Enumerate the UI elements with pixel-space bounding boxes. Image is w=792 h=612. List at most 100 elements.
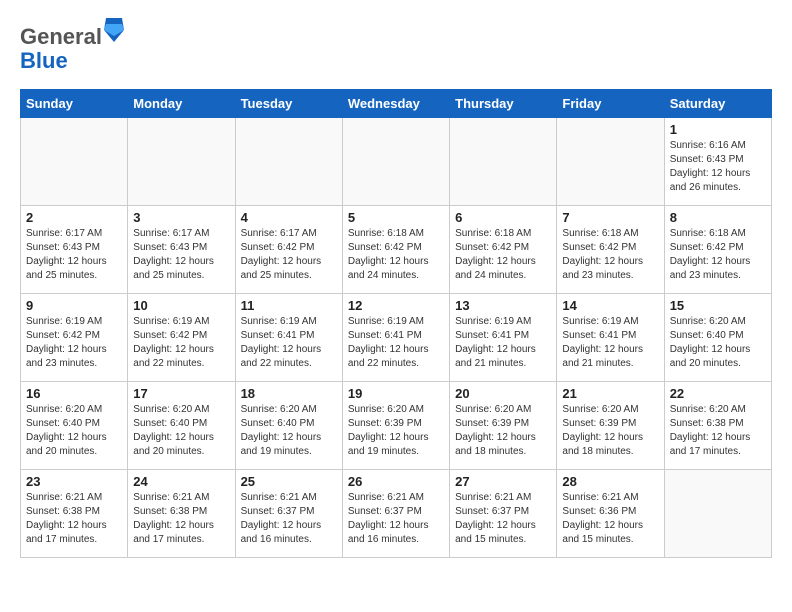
day-number: 26 — [348, 474, 444, 489]
calendar-cell: 25Sunrise: 6:21 AM Sunset: 6:37 PM Dayli… — [235, 470, 342, 558]
day-info: Sunrise: 6:19 AM Sunset: 6:41 PM Dayligh… — [348, 315, 444, 371]
day-number: 6 — [455, 210, 551, 225]
calendar-cell — [21, 118, 128, 206]
calendar-cell: 18Sunrise: 6:20 AM Sunset: 6:40 PM Dayli… — [235, 382, 342, 470]
day-info: Sunrise: 6:19 AM Sunset: 6:41 PM Dayligh… — [562, 315, 658, 371]
calendar-cell: 21 Sunrise: 6:20 AM Sunset: 6:39 PM Dayli… — [557, 382, 664, 470]
weekday-thursday: Thursday — [450, 90, 557, 118]
calendar-cell — [664, 470, 771, 558]
header: General Blue — [20, 20, 772, 73]
page: General Blue SundayMondayTuesdayWednesda… — [0, 0, 792, 568]
day-number: 25 — [241, 474, 337, 489]
day-number: 13 — [455, 298, 551, 313]
calendar-week-row: 23 Sunrise: 6:21 AM Sunset: 6:38 PM Dayli… — [21, 470, 772, 558]
day-info: Sunrise: 6:20 AM Sunset: 6:40 PM Dayligh… — [26, 403, 122, 459]
day-info: Sunrise: 6:17 AM Sunset: 6:43 PM Dayligh… — [26, 227, 122, 283]
day-number: 4 — [241, 210, 337, 225]
day-number: 21 — [562, 386, 658, 401]
day-info: Sunrise: 6:20 AM Sunset: 6:38 PM Dayligh… — [670, 403, 766, 459]
calendar-cell — [450, 118, 557, 206]
calendar-cell: 19Sunrise: 6:20 AM Sunset: 6:39 PM Dayli… — [342, 382, 449, 470]
day-info: Sunrise: 6:20 AM Sunset: 6:40 PM Dayligh… — [670, 315, 766, 371]
day-info: Sunrise: 6:18 AM Sunset: 6:42 PM Dayligh… — [670, 227, 766, 283]
day-number: 19 — [348, 386, 444, 401]
day-info: Sunrise: 6:18 AM Sunset: 6:42 PM Dayligh… — [562, 227, 658, 283]
day-info: Sunrise: 6:18 AM Sunset: 6:42 PM Dayligh… — [348, 227, 444, 283]
logo-blue-text: Blue — [20, 48, 68, 73]
day-info: Sunrise: 6:21 AM Sunset: 6:37 PM Dayligh… — [348, 491, 444, 547]
calendar-week-row: 9 Sunrise: 6:19 AM Sunset: 6:42 PM Daylig… — [21, 294, 772, 382]
calendar-week-row: 16 Sunrise: 6:20 AM Sunset: 6:40 PM Dayli… — [21, 382, 772, 470]
logo-icon — [104, 18, 124, 42]
calendar-cell: 20Sunrise: 6:20 AM Sunset: 6:39 PM Dayli… — [450, 382, 557, 470]
day-number: 24 — [133, 474, 229, 489]
day-info: Sunrise: 6:19 AM Sunset: 6:41 PM Dayligh… — [455, 315, 551, 371]
calendar-cell: 12 Sunrise: 6:19 AM Sunset: 6:41 PM Dayli… — [342, 294, 449, 382]
calendar-cell: 24 Sunrise: 6:21 AM Sunset: 6:38 PM Dayli… — [128, 470, 235, 558]
calendar-cell — [342, 118, 449, 206]
day-number: 10 — [133, 298, 229, 313]
day-number: 5 — [348, 210, 444, 225]
day-info: Sunrise: 6:20 AM Sunset: 6:40 PM Dayligh… — [133, 403, 229, 459]
day-number: 7 — [562, 210, 658, 225]
weekday-header-row: SundayMondayTuesdayWednesdayThursdayFrid… — [21, 90, 772, 118]
day-number: 16 — [26, 386, 122, 401]
day-number: 2 — [26, 210, 122, 225]
day-number: 17 — [133, 386, 229, 401]
calendar-cell: 22 Sunrise: 6:20 AM Sunset: 6:38 PM Dayli… — [664, 382, 771, 470]
day-number: 1 — [670, 122, 766, 137]
calendar-cell: 8 Sunrise: 6:18 AM Sunset: 6:42 PM Daylig… — [664, 206, 771, 294]
calendar-cell: 7 Sunrise: 6:18 AM Sunset: 6:42 PM Daylig… — [557, 206, 664, 294]
day-number: 23 — [26, 474, 122, 489]
calendar-cell: 15 Sunrise: 6:20 AM Sunset: 6:40 PM Dayli… — [664, 294, 771, 382]
day-info: Sunrise: 6:21 AM Sunset: 6:37 PM Dayligh… — [455, 491, 551, 547]
day-info: Sunrise: 6:17 AM Sunset: 6:43 PM Dayligh… — [133, 227, 229, 283]
calendar-week-row: 2 Sunrise: 6:17 AM Sunset: 6:43 PM Daylig… — [21, 206, 772, 294]
calendar-cell: 6 Sunrise: 6:18 AM Sunset: 6:42 PM Daylig… — [450, 206, 557, 294]
day-info: Sunrise: 6:18 AM Sunset: 6:42 PM Dayligh… — [455, 227, 551, 283]
day-number: 22 — [670, 386, 766, 401]
calendar-week-row: 1 Sunrise: 6:16 AM Sunset: 6:43 PM Daylig… — [21, 118, 772, 206]
calendar-cell: 4 Sunrise: 6:17 AM Sunset: 6:42 PM Daylig… — [235, 206, 342, 294]
weekday-wednesday: Wednesday — [342, 90, 449, 118]
day-info: Sunrise: 6:19 AM Sunset: 6:42 PM Dayligh… — [26, 315, 122, 371]
calendar-cell: 10 Sunrise: 6:19 AM Sunset: 6:42 PM Dayli… — [128, 294, 235, 382]
calendar-cell: 3 Sunrise: 6:17 AM Sunset: 6:43 PM Daylig… — [128, 206, 235, 294]
day-info: Sunrise: 6:21 AM Sunset: 6:38 PM Dayligh… — [133, 491, 229, 547]
day-number: 9 — [26, 298, 122, 313]
logo-general-text: General — [20, 24, 102, 49]
calendar-table: SundayMondayTuesdayWednesdayThursdayFrid… — [20, 89, 772, 558]
calendar-cell: 5 Sunrise: 6:18 AM Sunset: 6:42 PM Daylig… — [342, 206, 449, 294]
weekday-tuesday: Tuesday — [235, 90, 342, 118]
calendar-cell — [128, 118, 235, 206]
calendar-cell: 14 Sunrise: 6:19 AM Sunset: 6:41 PM Dayli… — [557, 294, 664, 382]
calendar-cell: 28 Sunrise: 6:21 AM Sunset: 6:36 PM Dayli… — [557, 470, 664, 558]
day-number: 3 — [133, 210, 229, 225]
day-info: Sunrise: 6:21 AM Sunset: 6:36 PM Dayligh… — [562, 491, 658, 547]
day-info: Sunrise: 6:19 AM Sunset: 6:42 PM Dayligh… — [133, 315, 229, 371]
day-info: Sunrise: 6:20 AM Sunset: 6:39 PM Dayligh… — [562, 403, 658, 459]
day-number: 18 — [241, 386, 337, 401]
day-number: 27 — [455, 474, 551, 489]
day-info: Sunrise: 6:17 AM Sunset: 6:42 PM Dayligh… — [241, 227, 337, 283]
calendar-cell: 23 Sunrise: 6:21 AM Sunset: 6:38 PM Dayli… — [21, 470, 128, 558]
day-number: 8 — [670, 210, 766, 225]
day-info: Sunrise: 6:16 AM Sunset: 6:43 PM Dayligh… — [670, 139, 766, 195]
day-number: 15 — [670, 298, 766, 313]
day-info: Sunrise: 6:19 AM Sunset: 6:41 PM Dayligh… — [241, 315, 337, 371]
day-info: Sunrise: 6:21 AM Sunset: 6:38 PM Dayligh… — [26, 491, 122, 547]
day-number: 12 — [348, 298, 444, 313]
weekday-friday: Friday — [557, 90, 664, 118]
day-info: Sunrise: 6:20 AM Sunset: 6:39 PM Dayligh… — [455, 403, 551, 459]
day-number: 14 — [562, 298, 658, 313]
calendar-cell: 17 Sunrise: 6:20 AM Sunset: 6:40 PM Dayli… — [128, 382, 235, 470]
weekday-sunday: Sunday — [21, 90, 128, 118]
day-number: 28 — [562, 474, 658, 489]
calendar-cell: 2 Sunrise: 6:17 AM Sunset: 6:43 PM Daylig… — [21, 206, 128, 294]
calendar-cell: 26 Sunrise: 6:21 AM Sunset: 6:37 PM Dayli… — [342, 470, 449, 558]
calendar-cell: 9 Sunrise: 6:19 AM Sunset: 6:42 PM Daylig… — [21, 294, 128, 382]
logo: General Blue — [20, 20, 124, 73]
calendar-cell — [557, 118, 664, 206]
weekday-saturday: Saturday — [664, 90, 771, 118]
calendar-cell — [235, 118, 342, 206]
